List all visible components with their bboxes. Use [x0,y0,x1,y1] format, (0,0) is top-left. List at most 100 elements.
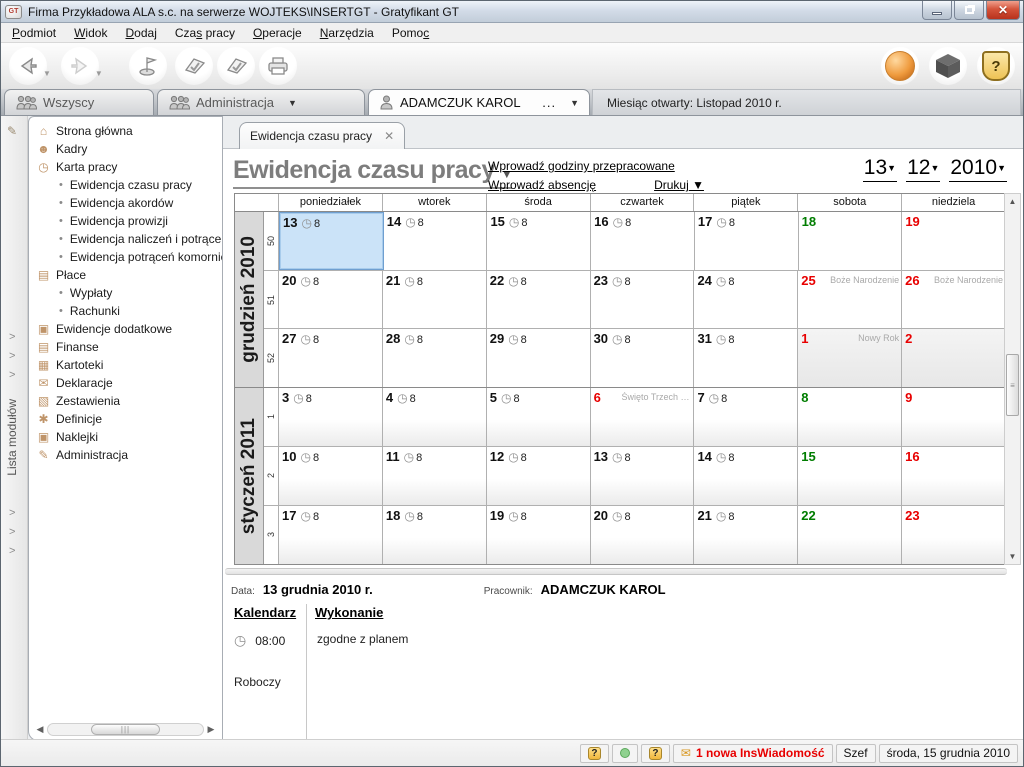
calendar-day-19[interactable]: 19◷8 [487,506,591,564]
tab-dropdown-caret[interactable]: ▼ [570,98,579,108]
module-chevrons[interactable]: >>> [9,328,15,385]
sidebar-item-kadry[interactable]: ☻Kadry [29,140,222,158]
scroll-up-icon[interactable]: ▲ [1005,194,1020,209]
modules-button[interactable] [929,47,967,85]
sidebar-horizontal-scrollbar[interactable]: ◀ ||| ▶ [33,722,218,737]
sidebar-item-rachunki[interactable]: •Rachunki [29,302,222,320]
month-select[interactable]: 12▼ [906,156,940,182]
scroll-thumb[interactable]: ≡ [1006,354,1019,416]
calendar-day-15[interactable]: 15◷8 [487,212,591,270]
print-button[interactable] [259,47,297,85]
insert-online-button[interactable] [881,47,919,85]
status-segment-icon[interactable]: ? [641,744,670,763]
scroll-down-icon[interactable]: ▼ [1005,549,1020,564]
pin-icon[interactable]: ✎ [7,124,17,138]
calendar-day-20[interactable]: 20◷8 [279,271,383,329]
calendar-day-27[interactable]: 27◷8 [279,329,383,387]
back-dropdown-caret[interactable]: ▼ [43,69,51,78]
status-segment-icon[interactable]: ? [580,744,609,763]
status-segment-1-nowa-inswiadomość[interactable]: ✉1 nowa InsWiadomość [673,744,833,763]
minimize-button[interactable] [922,1,952,20]
calendar-day-21[interactable]: 21◷8 [694,506,798,564]
tab-dropdown-caret[interactable]: ▼ [288,98,297,108]
sidebar-item-strona-główna[interactable]: ⌂Strona główna [29,122,222,140]
calendar-day-16[interactable]: 16 [902,447,1005,505]
calendar-day-19[interactable]: 19 [902,212,1005,270]
calendar-day-10[interactable]: 10◷8 [279,447,383,505]
calendar-day-17[interactable]: 17◷8 [279,506,383,564]
calendar-day-1[interactable]: 1Nowy Rok [798,329,902,387]
splitter[interactable] [225,568,1007,575]
tab-kalendarz[interactable]: Kalendarz [231,605,303,620]
calendar-day-20[interactable]: 20◷8 [591,506,695,564]
employee-tab-wszyscy[interactable]: Wszyscy [4,89,154,115]
enter-absence-button[interactable] [217,47,255,85]
calendar-day-28[interactable]: 28◷8 [383,329,487,387]
status-segment-szef[interactable]: Szef [836,744,876,763]
sidebar-item-definicje[interactable]: ✱Definicje [29,410,222,428]
page-title[interactable]: Ewidencja czasu pracy ▼ [233,156,512,189]
calendar-day-2[interactable]: 2 [902,329,1005,387]
employee-tab-administracja[interactable]: Administracja▼ [157,89,365,115]
year-select[interactable]: 2010▼ [949,156,1007,182]
menu-operacje[interactable]: Operacje [244,24,311,42]
document-tab[interactable]: Ewidencja czasu pracy ✕ [239,122,405,149]
employee-tab-adamczuk-karol[interactable]: ADAMCZUK KAROL...▼ [368,89,590,115]
day-select[interactable]: 13▼ [863,156,897,182]
menu-podmiot[interactable]: Podmiot [3,24,65,42]
calendar-day-29[interactable]: 29◷8 [487,329,591,387]
calendar-day-31[interactable]: 31◷8 [694,329,798,387]
calendar-day-18[interactable]: 18◷8 [383,506,487,564]
calendar-day-11[interactable]: 11◷8 [383,447,487,505]
calendar-day-8[interactable]: 8 [798,388,902,446]
link-print[interactable]: Drukuj ▼ [654,178,704,192]
enter-hours-button[interactable] [175,47,213,85]
calendar-day-9[interactable]: 9 [902,388,1005,446]
link-enter-absence[interactable]: Wprowadź absencję [488,178,596,192]
sidebar-item-administracja[interactable]: ✎Administracja [29,446,222,464]
calendar-day-7[interactable]: 7◷8 [694,388,798,446]
calendar-day-26[interactable]: 26Boże Narodzenie [902,271,1005,329]
sidebar-item-ewidencja-czasu-pracy[interactable]: •Ewidencja czasu pracy [29,176,222,194]
link-enter-hours[interactable]: Wprowadź godziny przepracowane [488,159,748,173]
calendar-day-18[interactable]: 18 [799,212,903,270]
calendar-day-13[interactable]: 13◷8 [591,447,695,505]
calendar-scrollbar[interactable]: ▲ ≡ ▼ [1004,193,1021,565]
scroll-thumb[interactable]: ||| [91,724,159,735]
help-button[interactable]: ? [977,47,1015,85]
forward-dropdown-caret[interactable]: ▼ [95,69,103,78]
calendar-day-15[interactable]: 15 [798,447,902,505]
scroll-left-icon[interactable]: ◀ [33,724,47,735]
sidebar-item-zestawienia[interactable]: ▧Zestawienia [29,392,222,410]
calendar-day-6[interactable]: 6Święto Trzech Króli [591,388,695,446]
menu-czas-pracy[interactable]: Czas pracy [166,24,244,42]
calendar-day-12[interactable]: 12◷8 [487,447,591,505]
sidebar-item-ewidencja-potrąceń-komorniczych[interactable]: •Ewidencja potrąceń komorniczych [29,248,222,266]
sidebar-item-deklaracje[interactable]: ✉Deklaracje [29,374,222,392]
calendar-day-5[interactable]: 5◷8 [487,388,591,446]
calendar-day-4[interactable]: 4◷8 [383,388,487,446]
menu-pomoc[interactable]: Pomoc [383,24,438,42]
sidebar-item-wypłaty[interactable]: •Wypłaty [29,284,222,302]
calendar-day-25[interactable]: 25Boże Narodzenie [798,271,902,329]
calendar-day-13[interactable]: 13◷8 [279,212,384,270]
calendar-day-14[interactable]: 14◷8 [384,212,488,270]
back-button[interactable] [9,47,47,85]
calendar-day-17[interactable]: 17◷8 [695,212,799,270]
sidebar-item-naklejki[interactable]: ▣Naklejki [29,428,222,446]
calendar-day-3[interactable]: 3◷8 [279,388,383,446]
calendar-day-30[interactable]: 30◷8 [591,329,695,387]
close-button[interactable]: ✕ [986,1,1020,20]
forward-button[interactable] [61,47,99,85]
restore-button[interactable] [954,1,984,20]
calendar-day-22[interactable]: 22 [798,506,902,564]
scroll-right-icon[interactable]: ▶ [204,724,218,735]
menu-widok[interactable]: Widok [65,24,116,42]
status-segment-środa-15-grudnia-2010[interactable]: środa, 15 grudnia 2010 [879,744,1018,763]
status-segment-icon[interactable] [612,744,638,763]
sidebar-item-finanse[interactable]: ▤Finanse [29,338,222,356]
sidebar-item-ewidencje-dodatkowe[interactable]: ▣Ewidencje dodatkowe [29,320,222,338]
menu-narzędzia[interactable]: Narzędzia [311,24,383,42]
sidebar-item-karta-pracy[interactable]: ◷Karta pracy [29,158,222,176]
tab-wykonanie[interactable]: Wykonanie [315,605,383,620]
